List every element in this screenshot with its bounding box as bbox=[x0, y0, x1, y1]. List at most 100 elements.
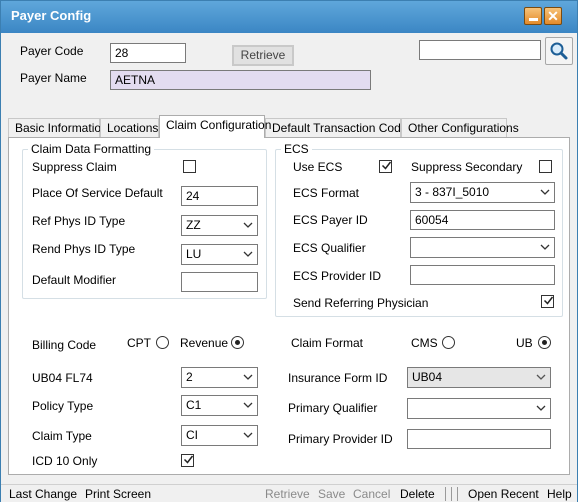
claim-data-formatting-title: Claim Data Formatting bbox=[28, 142, 155, 156]
retrieve-action-button[interactable]: Retrieve bbox=[265, 487, 310, 501]
use-ecs-label: Use ECS bbox=[293, 160, 343, 174]
tab-basic-information[interactable]: Basic Information bbox=[8, 118, 108, 138]
policy-type-label: Policy Type bbox=[32, 399, 94, 413]
radio-selected-dot bbox=[235, 340, 240, 345]
chevron-down-icon bbox=[536, 374, 546, 380]
pos-default-label: Place Of Service Default bbox=[32, 186, 163, 200]
use-ecs-checkbox[interactable] bbox=[379, 160, 392, 173]
ecs-provider-id-input[interactable] bbox=[410, 265, 555, 285]
ref-phys-id-type-value: ZZ bbox=[186, 218, 201, 232]
claim-type-label: Claim Type bbox=[32, 429, 92, 443]
last-change-button[interactable]: Last Change bbox=[9, 487, 77, 501]
delete-button[interactable]: Delete bbox=[400, 487, 435, 501]
chevron-down-icon bbox=[540, 189, 550, 195]
chevron-down-icon bbox=[243, 251, 253, 257]
payer-name-label: Payer Name bbox=[20, 71, 87, 85]
ub04-fl74-label: UB04 FL74 bbox=[32, 371, 93, 385]
ecs-qualifier-label: ECS Qualifier bbox=[293, 241, 366, 255]
payer-config-window: Payer Config ✕ Payer Code 28 Retrieve Pa… bbox=[0, 0, 578, 502]
divider bbox=[445, 487, 446, 501]
ecs-title: ECS bbox=[281, 142, 312, 156]
open-recent-button[interactable]: Open Recent bbox=[468, 487, 539, 501]
minimize-icon bbox=[529, 18, 538, 21]
close-button[interactable]: ✕ bbox=[544, 7, 562, 25]
cms-label: CMS bbox=[411, 336, 438, 350]
ub-radio[interactable] bbox=[538, 336, 551, 349]
cms-radio[interactable] bbox=[442, 336, 455, 349]
check-icon bbox=[183, 455, 194, 464]
help-button[interactable]: Help bbox=[547, 487, 572, 501]
status-bar: Last Change Print Screen Retrieve Save C… bbox=[1, 484, 577, 502]
save-button[interactable]: Save bbox=[318, 487, 345, 501]
cpt-radio[interactable] bbox=[156, 336, 169, 349]
cpt-label: CPT bbox=[127, 336, 151, 350]
send-referring-physician-checkbox[interactable] bbox=[541, 295, 554, 308]
tab-other-configurations[interactable]: Other Configurations bbox=[401, 118, 519, 138]
chevron-down-icon bbox=[540, 244, 550, 250]
ecs-payer-id-input[interactable]: 60054 bbox=[410, 210, 555, 230]
radio-selected-dot bbox=[542, 340, 547, 345]
policy-type-select[interactable]: C1 bbox=[181, 395, 258, 416]
ecs-payer-id-label: ECS Payer ID bbox=[293, 213, 368, 227]
ref-phys-id-type-select[interactable]: ZZ bbox=[181, 215, 258, 236]
default-modifier-input[interactable] bbox=[181, 272, 258, 292]
cancel-button[interactable]: Cancel bbox=[353, 487, 390, 501]
rend-phys-id-type-select[interactable]: LU bbox=[181, 244, 258, 265]
icd10-only-label: ICD 10 Only bbox=[32, 454, 98, 468]
claim-format-label: Claim Format bbox=[291, 336, 364, 350]
close-icon: ✕ bbox=[547, 8, 559, 24]
check-icon bbox=[381, 161, 392, 170]
ecs-provider-id-label: ECS Provider ID bbox=[293, 269, 382, 283]
ref-phys-id-type-label: Ref Phys ID Type bbox=[32, 214, 126, 228]
tab-claim-configuration[interactable]: Claim Configuration bbox=[159, 115, 271, 138]
rend-phys-id-type-value: LU bbox=[186, 247, 202, 261]
divider bbox=[457, 487, 458, 501]
print-screen-button[interactable]: Print Screen bbox=[85, 487, 151, 501]
minimize-button[interactable] bbox=[524, 7, 542, 25]
rend-phys-id-type-label: Rend Phys ID Type bbox=[32, 242, 136, 256]
revenue-label: Revenue bbox=[180, 336, 229, 350]
ecs-qualifier-select[interactable] bbox=[410, 237, 555, 258]
search-input[interactable] bbox=[419, 40, 541, 60]
primary-qualifier-label: Primary Qualifier bbox=[288, 401, 378, 415]
billing-code-label: Billing Code bbox=[32, 338, 97, 352]
primary-qualifier-select[interactable] bbox=[407, 398, 551, 419]
ecs-format-value: 3 - 837I_5010 bbox=[415, 185, 490, 199]
retrieve-button[interactable]: Retrieve bbox=[232, 45, 294, 66]
payer-code-label: Payer Code bbox=[20, 44, 84, 58]
divider bbox=[451, 487, 452, 501]
suppress-claim-checkbox[interactable] bbox=[183, 160, 196, 173]
primary-provider-id-input[interactable] bbox=[407, 429, 551, 449]
icd10-only-checkbox[interactable] bbox=[181, 454, 194, 467]
title-bar[interactable]: Payer Config ✕ bbox=[1, 1, 577, 33]
claim-type-value: CI bbox=[186, 428, 198, 442]
policy-type-value: C1 bbox=[186, 398, 202, 412]
payer-name-input[interactable]: AETNA bbox=[110, 70, 371, 90]
ub04-fl74-value: 2 bbox=[186, 370, 193, 384]
tab-default-transaction-codes[interactable]: Default Transaction Codes bbox=[265, 118, 413, 138]
chevron-down-icon bbox=[243, 374, 253, 380]
search-icon bbox=[550, 42, 568, 60]
revenue-radio[interactable] bbox=[231, 336, 244, 349]
insurance-form-id-select[interactable]: UB04 bbox=[407, 367, 551, 388]
ub-label: UB bbox=[516, 336, 533, 350]
primary-provider-id-label: Primary Provider ID bbox=[288, 432, 393, 446]
payer-code-input[interactable]: 28 bbox=[110, 43, 186, 63]
claim-type-select[interactable]: CI bbox=[181, 425, 258, 446]
chevron-down-icon bbox=[243, 432, 253, 438]
window-title: Payer Config bbox=[11, 8, 92, 23]
ecs-group bbox=[275, 149, 563, 317]
chevron-down-icon bbox=[243, 402, 253, 408]
suppress-claim-label: Suppress Claim bbox=[32, 160, 117, 174]
check-icon bbox=[543, 296, 554, 305]
search-button[interactable] bbox=[545, 37, 573, 65]
insurance-form-id-value: UB04 bbox=[412, 370, 443, 384]
pos-default-input[interactable]: 24 bbox=[181, 186, 258, 206]
ub04-fl74-select[interactable]: 2 bbox=[181, 367, 258, 388]
insurance-form-id-label: Insurance Form ID bbox=[288, 371, 388, 385]
chevron-down-icon bbox=[243, 222, 253, 228]
tab-locations[interactable]: Locations bbox=[100, 118, 159, 138]
chevron-down-icon bbox=[536, 405, 546, 411]
ecs-format-select[interactable]: 3 - 837I_5010 bbox=[410, 182, 555, 203]
suppress-secondary-checkbox[interactable] bbox=[539, 160, 552, 173]
